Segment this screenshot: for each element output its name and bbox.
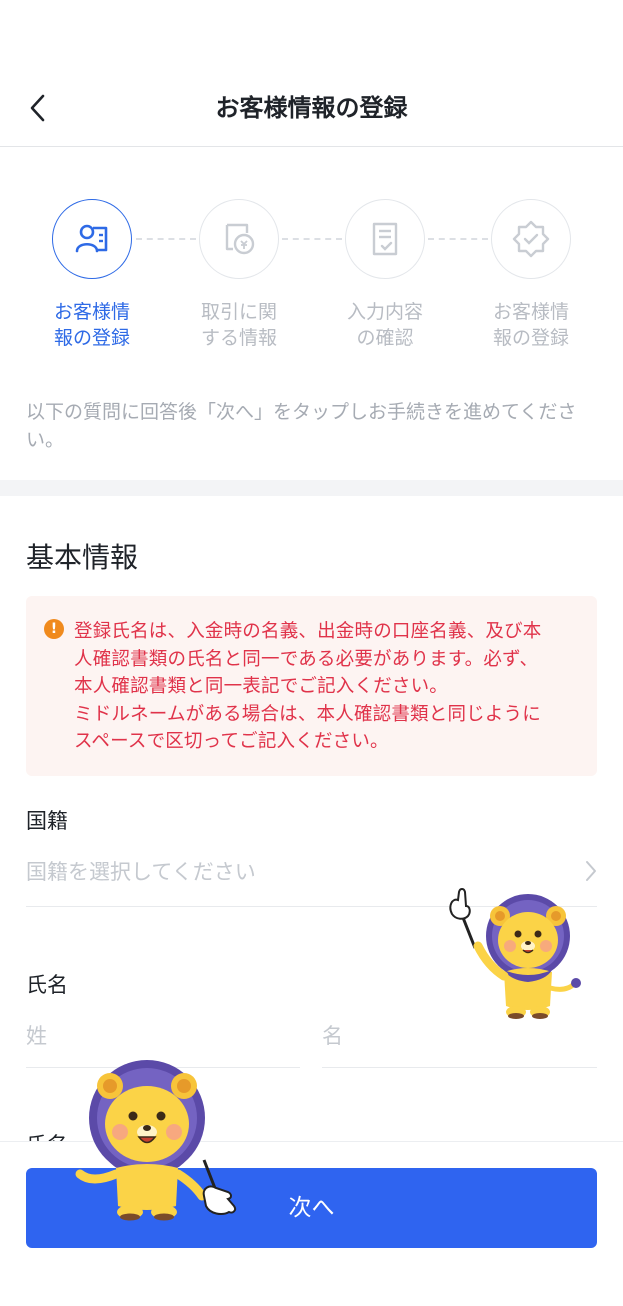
step-trade-info: 取引に関 する情報 — [184, 199, 294, 351]
intro-text: 以下の質問に回答後「次へ」をタップしお手続きを進めてください。 — [26, 401, 577, 451]
checklist-icon — [372, 222, 398, 256]
name-label: 氏名 — [26, 973, 68, 997]
step-confirm-input: 入力内容 の確認 — [330, 199, 440, 351]
step-progress: お客様情 報の登録 取引に関 する情報 入力内容 の確認 お客様情 報の登録 — [0, 199, 623, 359]
chevron-right-icon — [586, 861, 596, 881]
step-circle — [199, 199, 279, 279]
nationality-select[interactable]: 国籍を選択してください — [26, 857, 256, 887]
nationality-label: 国籍 — [26, 809, 68, 833]
step-label: 取引に関 する情報 — [200, 301, 277, 349]
step-circle — [345, 199, 425, 279]
step-label: お客様情 報の登録 — [492, 301, 569, 349]
coin-document-icon — [225, 223, 255, 255]
name-notice: ! 登録氏名は、入金時の名義、出金時の口座名義、及び本 人確認書類の氏名と同一で… — [26, 596, 597, 776]
section-gap — [0, 480, 623, 496]
lion-mascot-pointing — [449, 888, 581, 1019]
last-name-input[interactable]: 姓 — [26, 1021, 47, 1051]
step-registration-complete: お客様情 報の登録 — [476, 199, 586, 351]
section-title: 基本情報 — [26, 541, 139, 574]
notice-text: 登録氏名は、入金時の名義、出金時の口座名義、及び本 人確認書類の氏名と同一である… — [74, 621, 542, 752]
user-card-icon — [75, 224, 108, 253]
step-circle — [491, 199, 571, 279]
page-title: お客様情報の登録 — [215, 94, 408, 122]
warning-icon: ! — [44, 619, 64, 639]
verified-badge-icon — [512, 220, 550, 258]
first-name-input[interactable]: 名 — [322, 1021, 343, 1051]
step-circle — [52, 199, 132, 279]
app-header: お客様情報の登録 — [0, 0, 623, 147]
step-customer-info: お客様情 報の登録 — [37, 199, 147, 351]
field-divider — [322, 1067, 597, 1068]
step-label: お客様情 報の登録 — [53, 301, 130, 349]
lion-mascot-tapping — [75, 1060, 237, 1221]
step-label: 入力内容 の確認 — [346, 301, 423, 349]
